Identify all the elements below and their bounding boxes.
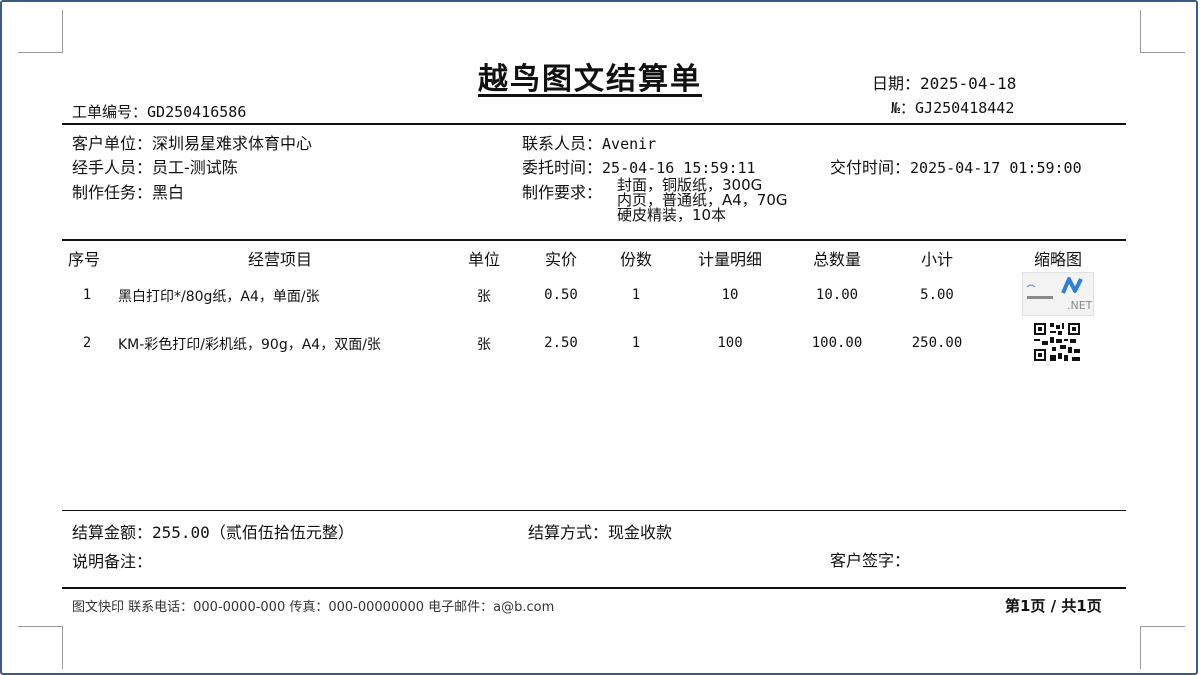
payment-method-field: 结算方式：现金收款: [528, 519, 672, 543]
col-header-index: 序号: [68, 250, 101, 269]
payment-method-value: 现金收款: [608, 523, 673, 542]
statement-number-label: №：: [891, 99, 916, 117]
entrust-time-field: 委托时间：25-04-16 15:59:11: [522, 154, 756, 178]
col-header-thumbnail: 缩略图: [1033, 250, 1083, 269]
divider-table-top: [62, 239, 1126, 241]
contact-value: Avenir: [602, 135, 657, 153]
handler-value: 员工-测试陈: [152, 158, 238, 177]
col-header-subtotal: 小计: [920, 250, 954, 269]
remark-label: 说明备注：: [72, 552, 153, 571]
footer-contact: 图文快印 联系电话：000-0000-000 传真：000-00000000 电…: [72, 600, 555, 615]
divider-table-bottom: [62, 510, 1126, 511]
row1-item: 黑白打印*/80g纸，A4，单面/张: [118, 289, 320, 305]
customer-field: 客户单位：深圳易星难求体育中心: [72, 130, 312, 154]
col-header-unit: 单位: [467, 250, 501, 269]
row1-index: 1: [82, 287, 92, 303]
row1-unit: 张: [477, 289, 491, 305]
col-header-total-qty: 总数量: [812, 250, 862, 269]
divider-top: [62, 123, 1126, 125]
amount-field: 结算金额：255.00（贰佰伍拾伍元整）: [72, 519, 354, 543]
customer-label: 客户单位：: [72, 134, 153, 153]
statement-number-value: GJ250418442: [915, 99, 1015, 117]
statement-number-line: №：GJ250418442: [891, 97, 1014, 118]
row2-subtotal: 250.00: [911, 335, 963, 351]
crop-mark-top-left: [18, 10, 63, 53]
date-value: 2025-04-18: [920, 74, 1017, 93]
row2-item: KM-彩色打印/彩机纸，90g，A4，双面/张: [118, 337, 381, 353]
entrust-time-label: 委托时间：: [522, 158, 603, 177]
work-order-label: 工单编号：: [72, 103, 148, 121]
task-field: 制作任务：黑白: [72, 179, 184, 203]
requirement-lines: 封面，铜版纸，300G 内页，普通纸，A4，70G 硬皮精装，10本: [617, 178, 788, 223]
col-header-item: 经营项目: [247, 250, 313, 269]
work-order-line: 工单编号：GD250416586: [72, 101, 246, 122]
handler-label: 经手人员：: [72, 158, 153, 177]
handler-field: 经手人员：员工-测试陈: [72, 154, 238, 178]
qr-code-icon: [1034, 323, 1080, 361]
payment-method-label: 结算方式：: [528, 523, 609, 542]
row2-unit: 张: [477, 337, 491, 353]
contact-label: 联系人员：: [522, 134, 603, 153]
amount-value: 255.00（贰佰伍拾伍元整）: [152, 523, 354, 542]
thumb1-text: .NET: [1067, 299, 1093, 312]
row1-copies: 1: [631, 287, 641, 303]
row2-copies: 1: [631, 335, 641, 351]
col-header-copies: 份数: [619, 250, 653, 269]
date-label: 日期：: [872, 74, 921, 93]
amount-label: 结算金额：: [72, 523, 153, 542]
deliver-time-value: 2025-04-17 01:59:00: [910, 159, 1082, 177]
dotnet-logo-icon: .NET: [1026, 277, 1093, 312]
entrust-time-value: 25-04-16 15:59:11: [602, 159, 756, 177]
crop-mark-bottom-left: [18, 626, 63, 669]
divider-footer: [62, 587, 1126, 589]
crop-mark-bottom-right: [1140, 626, 1185, 669]
row1-thumbnail: .NET: [1022, 272, 1094, 316]
row1-price: 0.50: [544, 287, 578, 303]
deliver-time-field: 交付时间：2025-04-17 01:59:00: [830, 154, 1082, 178]
row1-total-qty: 10.00: [815, 287, 859, 303]
contact-field: 联系人员：Avenir: [522, 130, 656, 154]
row1-subtotal: 5.00: [920, 287, 954, 303]
requirement-line: 硬皮精装，10本: [617, 206, 727, 224]
page-indicator: 第1页 / 共1页: [1005, 597, 1102, 615]
crop-mark-top-right: [1140, 10, 1185, 53]
customer-value: 深圳易星难求体育中心: [152, 134, 313, 153]
task-label: 制作任务：: [72, 183, 153, 202]
requirement-label: 制作要求：: [522, 183, 603, 202]
row2-price: 2.50: [544, 335, 578, 351]
col-header-detail: 计量明细: [697, 250, 763, 269]
task-value: 黑白: [152, 183, 185, 202]
work-order-value: GD250416586: [147, 103, 247, 121]
col-header-price: 实价: [544, 250, 578, 269]
date-line: 日期：2025-04-18: [872, 70, 1016, 94]
row1-detail: 10: [721, 287, 739, 303]
row2-total-qty: 100.00: [811, 335, 863, 351]
row2-index: 2: [82, 335, 92, 351]
row2-detail: 100: [717, 335, 743, 351]
deliver-time-label: 交付时间：: [830, 158, 911, 177]
document-title: 越鸟图文结算单: [478, 62, 702, 97]
signature-label: 客户签字：: [830, 551, 911, 570]
